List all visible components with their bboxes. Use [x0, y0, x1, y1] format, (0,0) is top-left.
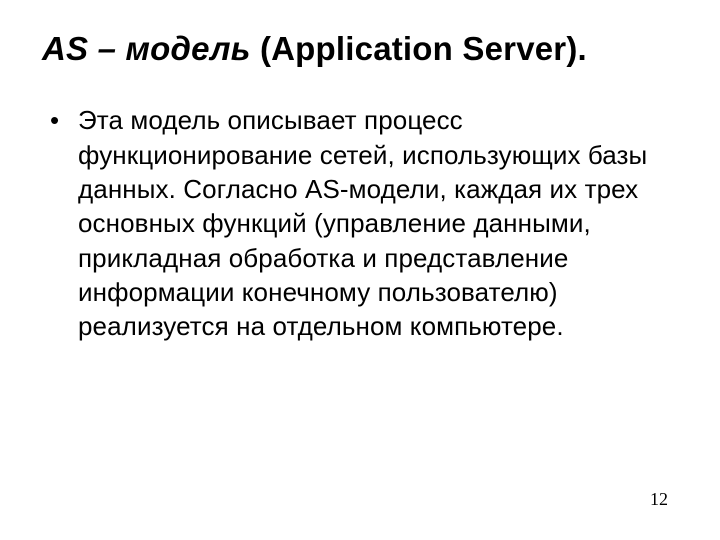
page-number: 12 [650, 489, 668, 510]
body-text: Эта модель описывает процесс функциониро… [78, 103, 678, 343]
title-emphasis: AS – модель [42, 30, 251, 67]
slide-title: AS – модель (Application Server). [42, 28, 678, 69]
body-list: Эта модель описывает процесс функциониро… [42, 103, 678, 343]
title-rest: (Application Server). [251, 30, 587, 67]
